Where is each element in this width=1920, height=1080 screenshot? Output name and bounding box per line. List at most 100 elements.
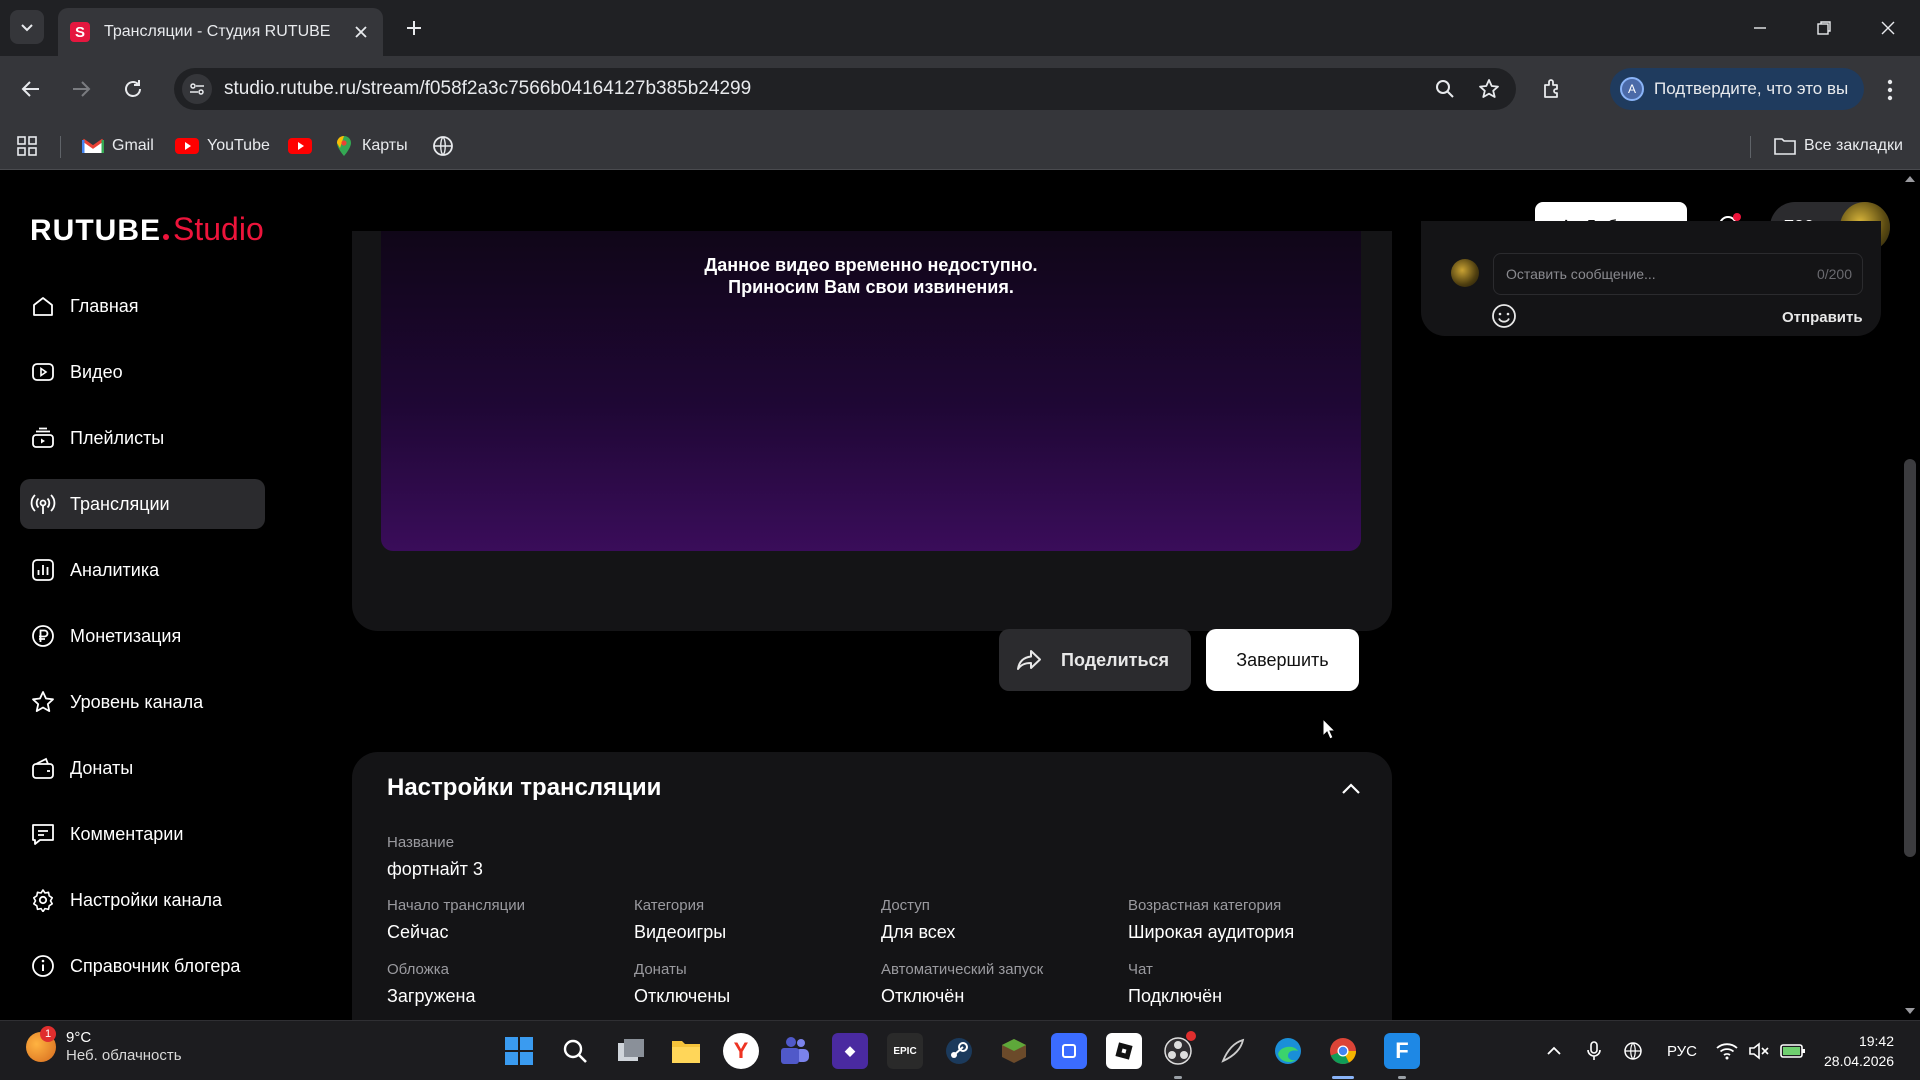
bookmark-youtube-2[interactable]	[288, 132, 320, 160]
bookmark-label: Карты	[362, 137, 408, 154]
reload-button[interactable]	[116, 72, 150, 106]
field-label: Категория	[634, 897, 705, 914]
sidebar-item-donations[interactable]: Донаты	[20, 743, 265, 793]
weather-sun-cloud-icon: 1	[26, 1026, 56, 1062]
minimize-button[interactable]	[1742, 12, 1778, 44]
extensions-button[interactable]	[1536, 72, 1570, 106]
page-scrollbar[interactable]	[1900, 171, 1920, 1020]
field-label: Возрастная категория	[1128, 897, 1282, 914]
logo-rutube-text: RUTUBE	[30, 214, 161, 247]
browser-tab-active[interactable]: S Трансляции - Студия RUTUBE	[58, 8, 383, 56]
logo-dot	[163, 234, 169, 240]
sidebar-item-analytics[interactable]: Аналитика	[20, 545, 265, 595]
field-value: Видеоигры	[634, 922, 727, 942]
edge-app[interactable]	[1270, 1033, 1306, 1069]
field-donations: Донаты Отключены	[634, 961, 730, 1007]
network-globe-icon[interactable]	[1620, 1035, 1646, 1067]
field-autostart: Автоматический запуск Отключён	[881, 961, 1043, 1007]
video-message-line-2: Приносим Вам свои извинения.	[728, 277, 1014, 297]
new-tab-button[interactable]	[400, 14, 428, 42]
chrome-app[interactable]	[1325, 1033, 1361, 1069]
video-player[interactable]: Данное видео временно недоступно. Принос…	[381, 231, 1361, 551]
verify-label: Подтвердите, что это вы	[1654, 79, 1849, 98]
broadcast-icon	[30, 491, 56, 517]
weather-widget[interactable]: 1 9°C Неб. облачность	[26, 1026, 182, 1065]
sidebar-item-broadcasts[interactable]: Трансляции	[20, 479, 265, 529]
apps-button[interactable]	[16, 132, 38, 160]
taskbar-clock[interactable]: 19:42 28.04.2026	[1824, 1031, 1894, 1071]
logo-studio-text: Studio	[173, 211, 264, 247]
end-stream-button[interactable]: Завершить	[1206, 629, 1359, 691]
close-window-button[interactable]	[1870, 12, 1906, 44]
volume-muted-icon[interactable]	[1746, 1035, 1772, 1067]
microphone-icon[interactable]	[1582, 1035, 1606, 1067]
scrollbar-thumb[interactable]	[1904, 459, 1916, 857]
bookmark-globe[interactable]	[432, 132, 454, 160]
sidebar-item-video[interactable]: Видео	[20, 347, 265, 397]
share-button[interactable]: Поделиться	[999, 629, 1191, 691]
game-app-1[interactable]: ◆	[832, 1033, 868, 1069]
tab-search-button[interactable]	[10, 10, 44, 44]
browser-menu-button[interactable]	[1876, 76, 1904, 104]
all-bookmarks-button[interactable]: Все закладки	[1774, 132, 1903, 160]
verify-identity-button[interactable]: A Подтвердите, что это вы	[1610, 68, 1864, 110]
taskbar-search-button[interactable]	[557, 1033, 593, 1069]
url-text[interactable]: studio.rutube.ru/stream/f058f2a3c7566b04…	[224, 78, 1428, 100]
chat-send-button[interactable]: Отправить	[1782, 309, 1863, 326]
collapse-settings-button[interactable]	[1338, 776, 1364, 802]
chat-message-input[interactable]: Оставить сообщение... 0/200	[1493, 253, 1863, 295]
bookmark-gmail[interactable]: Gmail	[82, 132, 154, 160]
epic-games-app[interactable]: EPIC	[887, 1033, 923, 1069]
minecraft-app[interactable]	[996, 1033, 1032, 1069]
task-view-button[interactable]	[613, 1033, 649, 1069]
scroll-up-icon[interactable]	[1904, 175, 1916, 183]
app-blue-square[interactable]	[1051, 1033, 1087, 1069]
address-bar[interactable]: studio.rutube.ru/stream/f058f2a3c7566b04…	[174, 68, 1516, 110]
back-button[interactable]	[14, 72, 48, 106]
obs-app[interactable]	[1160, 1031, 1196, 1069]
zoom-icon[interactable]	[1428, 72, 1462, 106]
emoji-icon[interactable]	[1489, 301, 1519, 331]
sidebar-nav: Главная Видео Плейлисты Трансляции Анали…	[20, 281, 265, 1007]
close-tab-icon[interactable]	[351, 22, 371, 42]
chat-panel: Оставить сообщение... 0/200 Отправить	[1421, 221, 1881, 336]
tab-title: Трансляции - Студия RUTUBE	[104, 23, 331, 40]
site-settings-icon[interactable]	[182, 74, 212, 104]
arrow-right-icon	[73, 81, 91, 97]
forward-button[interactable]	[64, 72, 98, 106]
pen-app[interactable]	[1215, 1033, 1251, 1069]
field-age-category: Возрастная категория Широкая аудитория	[1128, 897, 1294, 943]
file-explorer-app[interactable]	[668, 1033, 704, 1069]
field-value: Загружена	[387, 986, 476, 1006]
teams-app[interactable]	[777, 1033, 813, 1069]
sidebar-item-blogger-guide[interactable]: Справочник блогера	[20, 941, 265, 991]
sidebar-item-home[interactable]: Главная	[20, 281, 265, 331]
show-hidden-icons-button[interactable]	[1542, 1035, 1566, 1067]
bookmarks-bar: Gmail YouTube Карты Все закладки	[0, 122, 1920, 170]
bookmark-star-icon[interactable]	[1472, 72, 1506, 106]
sidebar-item-playlists[interactable]: Плейлисты	[20, 413, 265, 463]
steam-app[interactable]	[941, 1033, 977, 1069]
close-icon	[1881, 21, 1895, 35]
start-button[interactable]	[501, 1033, 537, 1069]
language-indicator[interactable]: РУС	[1662, 1035, 1702, 1067]
bookmark-youtube[interactable]: YouTube	[175, 132, 270, 160]
sidebar-item-monetization[interactable]: Монетизация	[20, 611, 265, 661]
app-f[interactable]: F	[1384, 1033, 1420, 1069]
weather-temperature: 9°C	[66, 1029, 92, 1046]
app-square-icon	[1062, 1044, 1076, 1058]
end-stream-label: Завершить	[1236, 649, 1329, 670]
roblox-app[interactable]	[1106, 1033, 1142, 1069]
sidebar-item-channel-settings[interactable]: Настройки канала	[20, 875, 265, 925]
field-value: Сейчас	[387, 922, 449, 942]
yandex-browser-app[interactable]: Y	[723, 1033, 759, 1069]
battery-icon[interactable]	[1778, 1035, 1808, 1067]
rutube-studio-logo[interactable]: RUTUBE Studio	[30, 211, 264, 258]
restore-button[interactable]	[1806, 12, 1842, 44]
all-bookmarks-label: Все закладки	[1804, 137, 1903, 154]
scroll-down-icon[interactable]	[1904, 1007, 1916, 1015]
wifi-icon[interactable]	[1714, 1035, 1740, 1067]
bookmark-maps[interactable]: Карты	[334, 132, 408, 160]
sidebar-item-comments[interactable]: Комментарии	[20, 809, 265, 859]
sidebar-item-channel-level[interactable]: Уровень канала	[20, 677, 265, 727]
